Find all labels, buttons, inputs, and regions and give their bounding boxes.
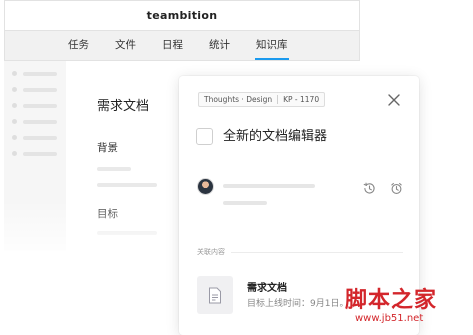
tab-knowledge-base[interactable]: 知识库 <box>255 31 289 60</box>
task-breadcrumb[interactable]: Thoughts · Design KP - 1170 <box>198 92 326 107</box>
task-complete-checkbox[interactable] <box>196 128 213 145</box>
project-nav: 任务 文件 日程 统计 知识库 <box>4 30 360 61</box>
meta-placeholder <box>223 201 267 205</box>
related-item-subtitle: 目标上线时间：9月1日。 <box>247 299 349 309</box>
section-heading-background: 背景 <box>97 142 118 154</box>
project-name: Thoughts · Design <box>204 95 273 104</box>
task-title[interactable]: 全新的文档编辑器 <box>223 128 327 145</box>
window-title: teambition <box>4 0 360 30</box>
document-icon[interactable] <box>197 276 233 314</box>
close-icon[interactable] <box>387 92 401 106</box>
watermark-url: www.jb51.net <box>355 313 424 324</box>
sidebar-item[interactable] <box>12 135 57 140</box>
watermark-text: 脚本之家 <box>345 287 438 313</box>
task-id: KP - 1170 <box>283 95 320 104</box>
related-item-title[interactable]: 需求文档 <box>247 279 287 294</box>
sidebar-item[interactable] <box>12 87 57 92</box>
sidebar-item[interactable] <box>12 103 57 108</box>
tab-statistics[interactable]: 统计 <box>208 31 231 60</box>
text-placeholder <box>97 183 157 187</box>
tab-tasks[interactable]: 任务 <box>67 31 90 60</box>
sidebar-item[interactable] <box>12 71 57 76</box>
tab-files[interactable]: 文件 <box>114 31 137 60</box>
tab-schedule[interactable]: 日程 <box>161 31 184 60</box>
sidebar-item[interactable] <box>12 119 57 124</box>
site-watermark: 脚本之家 www.jb51.net <box>345 282 473 335</box>
alarm-clock-icon[interactable] <box>390 180 403 194</box>
avatar[interactable] <box>197 178 214 195</box>
related-content-section: 关联内容 <box>197 247 403 257</box>
assignee-placeholder <box>223 184 315 188</box>
sidebar-item[interactable] <box>12 151 57 156</box>
document-title: 需求文档 <box>97 99 150 114</box>
related-content-label: 关联内容 <box>197 248 225 256</box>
history-icon[interactable] <box>363 180 376 194</box>
text-placeholder <box>97 167 131 171</box>
